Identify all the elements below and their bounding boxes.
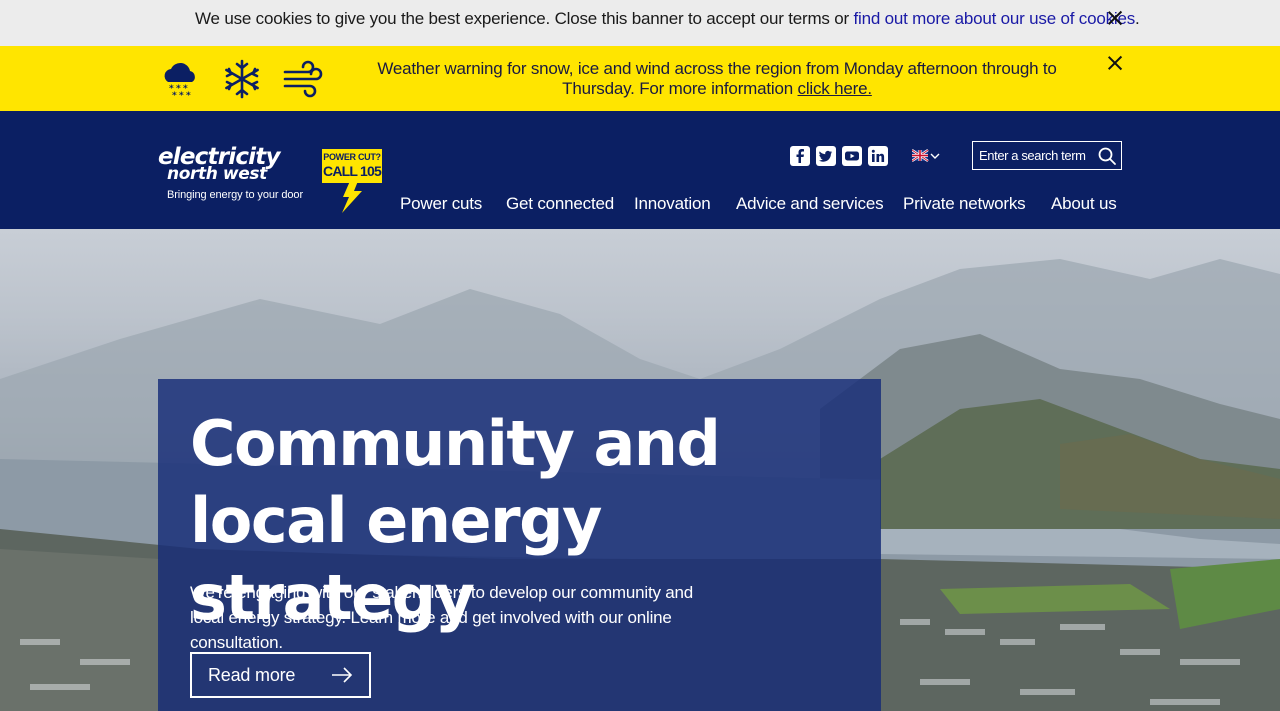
hero-description: We're engaging with our stakeholders to … [190, 583, 694, 652]
read-more-label: Read more [208, 665, 296, 685]
nav-private-networks[interactable]: Private networks [903, 194, 1026, 214]
search-input[interactable] [979, 146, 1091, 165]
site-logo[interactable]: electricity north west Bringing energy t… [158, 146, 304, 202]
snow-cloud-icon: * * * * * * [164, 62, 195, 100]
weather-warning-banner: * * * * * * Weather warning for snow, ice an… [0, 46, 1280, 111]
snowflake-icon [225, 59, 259, 99]
read-more-button[interactable]: Read more [190, 652, 371, 698]
youtube-icon[interactable] [842, 146, 862, 166]
close-weather-banner-icon[interactable] [1105, 53, 1125, 73]
hero-content-card: Community and local energy strategy We'r… [158, 379, 881, 711]
weather-more-info-link[interactable]: click here. [798, 79, 873, 98]
nav-power-cuts[interactable]: Power cuts [400, 194, 482, 214]
search-box [972, 141, 1122, 170]
search-icon[interactable] [1097, 146, 1117, 166]
logo-wordmark-line2: north west [167, 164, 267, 184]
wind-icon [283, 60, 323, 98]
svg-text:*: * [172, 91, 177, 100]
uk-flag-icon [911, 149, 940, 162]
lightning-bolt-icon [342, 181, 362, 213]
nav-innovation[interactable]: Innovation [634, 194, 711, 214]
svg-text:*: * [186, 91, 191, 100]
close-cookie-banner-icon[interactable] [1105, 8, 1125, 28]
nav-about-us[interactable]: About us [1051, 194, 1117, 214]
power-cut-label: POWER CUT? [323, 152, 381, 162]
facebook-icon[interactable] [790, 146, 810, 166]
cookie-policy-link[interactable]: find out more about our use of cookies [853, 9, 1135, 28]
nav-advice-and-services[interactable]: Advice and services [736, 194, 884, 214]
cookie-banner-text: We use cookies to give you the best expe… [195, 9, 1140, 28]
logo-tagline: Bringing energy to your door [167, 189, 304, 201]
hero-banner: Community and local energy strategy We'r… [0, 229, 1280, 711]
power-cut-badge[interactable]: POWER CUT? CALL 105 [322, 149, 382, 183]
cookie-banner: We use cookies to give you the best expe… [0, 0, 1280, 46]
weather-warning-text: Weather warning for snow, ice and wind a… [377, 59, 1057, 98]
linkedin-icon[interactable] [868, 146, 888, 166]
nav-get-connected[interactable]: Get connected [506, 194, 614, 214]
twitter-icon[interactable] [816, 146, 836, 166]
power-cut-number: CALL 105 [323, 163, 382, 179]
arrow-right-icon [332, 667, 353, 683]
site-header: electricity north west Bringing energy t… [0, 111, 1280, 229]
svg-text:*: * [179, 91, 184, 100]
language-selector[interactable] [911, 148, 944, 164]
